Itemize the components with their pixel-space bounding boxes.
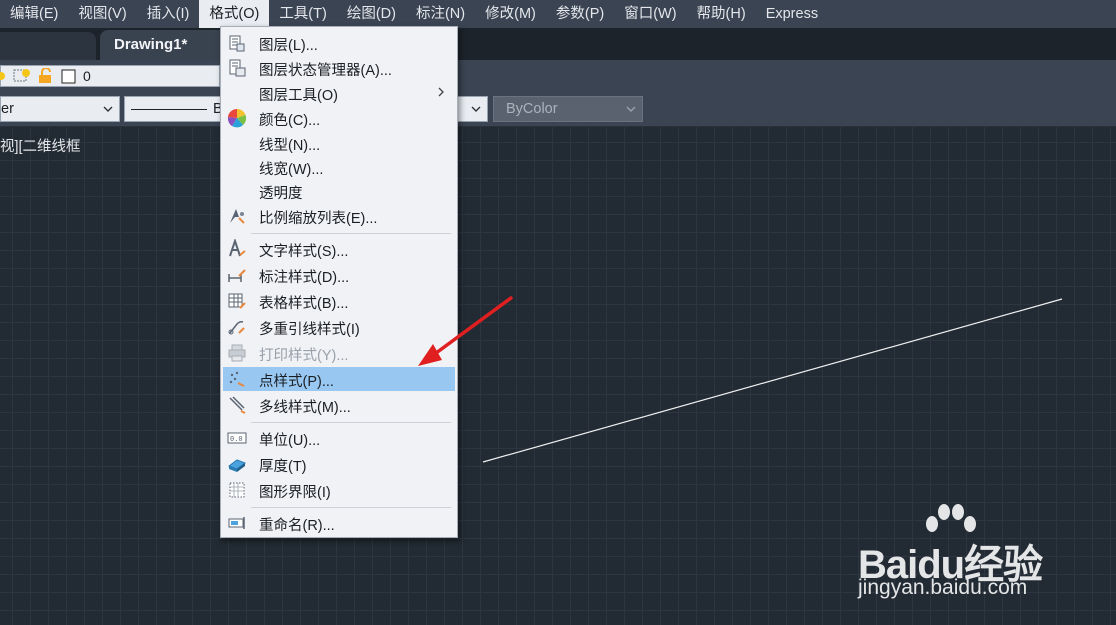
- units-icon: 0.0: [227, 432, 247, 444]
- plot-style-icon: [228, 344, 246, 362]
- current-layer-name: 0: [83, 68, 91, 84]
- multileader-style-icon: [228, 321, 245, 335]
- menu-item-layer-tools[interactable]: 图层工具(O): [223, 81, 455, 105]
- menu-item-label: 点样式(P)...: [259, 374, 334, 390]
- rename-icon: [228, 517, 245, 529]
- properties-toolbar: er B ByColor: [0, 92, 1116, 127]
- menu-view[interactable]: 视图(V): [68, 0, 136, 28]
- dimension-style-icon: [228, 269, 246, 282]
- svg-text:0.0: 0.0: [230, 435, 243, 443]
- menu-item-transparency[interactable]: 透明度: [223, 179, 455, 203]
- menu-item-label: 图形界限(I): [259, 485, 331, 501]
- drawing-tab-title: Drawing1*: [114, 36, 188, 53]
- watermark-url: jingyan.baidu.com: [858, 576, 1028, 599]
- menu-item-label: 表格样式(B)...: [259, 296, 349, 312]
- menu-item-label: 图层(L)...: [259, 38, 318, 54]
- sun-icon: [0, 72, 5, 80]
- menu-tools[interactable]: 工具(T): [269, 0, 337, 28]
- menu-item-lineweight[interactable]: 线宽(W)...: [223, 155, 455, 179]
- menu-edit[interactable]: 编辑(E): [0, 0, 68, 28]
- menu-item-scale-list[interactable]: 比例缩放列表(E)...: [223, 204, 455, 228]
- menu-item-label: 单位(U)...: [259, 433, 321, 449]
- baidu-jingyan-watermark: Baidu经验 jingyan.baidu.com: [858, 502, 1098, 612]
- thickness-icon: [227, 459, 247, 472]
- chevron-down-icon: [626, 106, 636, 112]
- menu-item-dimension-style[interactable]: 标注样式(D)...: [223, 263, 455, 287]
- menu-item-table-style[interactable]: 表格样式(B)...: [223, 289, 455, 313]
- layers-toolbar: 0: [0, 60, 1116, 92]
- chevron-down-icon: [471, 106, 481, 112]
- menu-item-label: 厚度(T): [259, 459, 307, 475]
- scale-list-icon: [230, 209, 245, 224]
- menu-item-label: 比例缩放列表(E)...: [259, 211, 378, 227]
- plot-style-combo: ByColor: [493, 96, 643, 122]
- menu-insert[interactable]: 插入(I): [137, 0, 200, 28]
- menu-item-label: 重命名(R)...: [259, 518, 335, 534]
- menu-separator: [251, 422, 451, 423]
- layer-icon: [229, 35, 245, 52]
- menu-item-label: 图层工具(O): [259, 88, 338, 104]
- multiline-style-icon: [229, 396, 246, 414]
- menu-help[interactable]: 帮助(H): [687, 0, 756, 28]
- menu-item-rename[interactable]: 重命名(R)...: [223, 511, 455, 535]
- table-style-icon: [228, 293, 246, 309]
- menu-format[interactable]: 格式(O): [199, 0, 270, 28]
- menu-draw[interactable]: 绘图(D): [337, 0, 406, 28]
- menu-item-plot-style: 打印样式(Y)...: [223, 341, 455, 365]
- document-tab-strip: Drawing1*: [0, 28, 1116, 60]
- menu-window[interactable]: 窗口(W): [614, 0, 686, 28]
- menu-item-multiline-style[interactable]: 多线样式(M)...: [223, 393, 455, 417]
- lock-icon: [39, 68, 51, 83]
- menu-item-label: 图层状态管理器(A)...: [259, 63, 392, 79]
- menu-express[interactable]: Express: [756, 0, 828, 28]
- menu-item-label: 多重引线样式(I): [259, 322, 360, 338]
- layer-combo[interactable]: er: [0, 96, 120, 122]
- chevron-right-icon: [438, 87, 444, 97]
- plot-style-combo-text: ByColor: [506, 101, 558, 117]
- layer-color-swatch: [61, 69, 76, 84]
- menu-modify[interactable]: 修改(M): [475, 0, 546, 28]
- menu-item-layer[interactable]: 图层(L)...: [223, 31, 455, 55]
- color-wheel-icon: [227, 108, 247, 128]
- menu-item-label: 标注样式(D)...: [259, 270, 350, 286]
- start-tab[interactable]: [0, 32, 96, 60]
- lineweight-combo[interactable]: [456, 96, 488, 122]
- freeze-viewport-icon: [13, 69, 30, 82]
- layer-combo-text: er: [1, 101, 14, 117]
- menu-item-multileader-style[interactable]: 多重引线样式(I): [223, 315, 455, 339]
- menu-dimension[interactable]: 标注(N): [406, 0, 475, 28]
- menu-item-label: 多线样式(M)...: [259, 400, 351, 416]
- linetype-preview: [131, 109, 207, 110]
- menu-item-point-style[interactable]: 点样式(P)...: [223, 367, 455, 391]
- drawing-limits-icon: [229, 482, 245, 498]
- menu-item-label: 文字样式(S)...: [259, 244, 349, 260]
- menu-bar: 编辑(E) 视图(V) 插入(I) 格式(O) 工具(T) 绘图(D) 标注(N…: [0, 0, 1116, 28]
- menu-item-label: 透明度: [259, 186, 303, 202]
- menu-item-color[interactable]: 颜色(C)...: [223, 106, 455, 130]
- menu-item-label: 线型(N)...: [259, 138, 321, 154]
- menu-item-layer-state-manager[interactable]: 图层状态管理器(A)...: [223, 56, 455, 80]
- menu-item-label: 颜色(C)...: [259, 113, 321, 129]
- menu-parametric[interactable]: 参数(P): [546, 0, 614, 28]
- text-style-icon: [229, 239, 246, 257]
- menu-item-linetype[interactable]: 线型(N)...: [223, 131, 455, 155]
- menu-item-label: 打印样式(Y)...: [259, 348, 349, 364]
- menu-item-drawing-limits[interactable]: 图形界限(I): [223, 478, 455, 502]
- menu-item-text-style[interactable]: 文字样式(S)...: [223, 237, 455, 261]
- layer-control-combo[interactable]: 0: [0, 65, 220, 87]
- menu-item-thickness[interactable]: 厚度(T): [223, 452, 455, 476]
- menu-item-units[interactable]: 0.0 单位(U)...: [223, 426, 455, 450]
- chevron-down-icon: [103, 106, 113, 112]
- menu-item-label: 线宽(W)...: [259, 162, 324, 178]
- drawn-line[interactable]: [482, 298, 1063, 463]
- layer-state-icon: [229, 59, 246, 77]
- point-style-icon: [229, 371, 245, 387]
- menu-separator: [251, 233, 451, 234]
- format-menu-dropdown: 图层(L)... 图层状态管理器(A)... 图层工具(O) 颜色(C)... …: [220, 26, 458, 538]
- linetype-combo[interactable]: B: [124, 96, 224, 122]
- menu-separator: [251, 507, 451, 508]
